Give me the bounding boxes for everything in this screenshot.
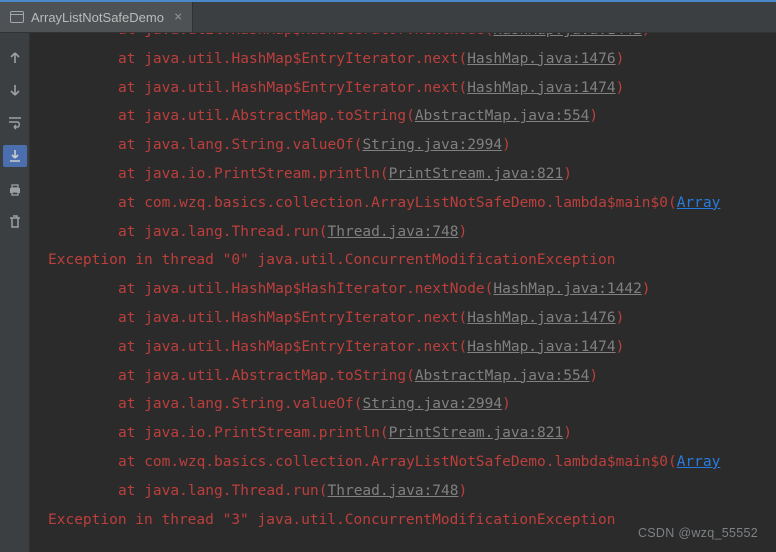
source-link[interactable]: AbstractMap.java:554 (415, 108, 590, 124)
stack-frame: at com.wzq.basics.collection.ArrayListNo… (48, 448, 776, 477)
stack-frame: at java.util.HashMap$HashIterator.nextNo… (48, 33, 776, 45)
source-link[interactable]: HashMap.java:1476 (467, 310, 615, 326)
stack-frame: at com.wzq.basics.collection.ArrayListNo… (48, 189, 776, 218)
source-link[interactable]: Array (677, 454, 721, 470)
stack-frame: at java.util.AbstractMap.toString(Abstra… (48, 102, 776, 131)
stack-frame: at java.lang.String.valueOf(String.java:… (48, 131, 776, 160)
source-link[interactable]: Array (677, 195, 721, 211)
soft-wrap-icon[interactable] (6, 113, 24, 131)
trash-icon[interactable] (6, 213, 24, 231)
scroll-down-icon[interactable] (6, 81, 24, 99)
scroll-up-icon[interactable] (6, 49, 24, 67)
source-link[interactable]: PrintStream.java:821 (389, 425, 564, 441)
source-link[interactable]: String.java:2994 (362, 137, 502, 153)
exception-header: Exception in thread "0" java.util.Concur… (48, 246, 776, 275)
source-link[interactable]: HashMap.java:1474 (467, 339, 615, 355)
source-link[interactable]: PrintStream.java:821 (389, 166, 564, 182)
console-output[interactable]: at java.util.HashMap$HashIterator.nextNo… (30, 33, 776, 552)
stack-frame: at java.util.HashMap$EntryIterator.next(… (48, 45, 776, 74)
source-link[interactable]: Thread.java:748 (328, 483, 459, 499)
source-link[interactable]: HashMap.java:1442 (493, 281, 641, 297)
tab-title: ArrayListNotSafeDemo (31, 10, 164, 25)
stack-frame: at java.lang.Thread.run(Thread.java:748) (48, 477, 776, 506)
stack-frame: at java.util.AbstractMap.toString(Abstra… (48, 362, 776, 391)
console-tab-icon (10, 11, 24, 23)
body-row: at java.util.HashMap$HashIterator.nextNo… (0, 33, 776, 552)
stack-frame: at java.util.HashMap$EntryIterator.next(… (48, 304, 776, 333)
source-link[interactable]: HashMap.java:1474 (467, 80, 615, 96)
print-icon[interactable] (6, 181, 24, 199)
source-link[interactable]: AbstractMap.java:554 (415, 368, 590, 384)
watermark: CSDN @wzq_55552 (638, 526, 758, 540)
stack-frame: at java.lang.Thread.run(Thread.java:748) (48, 218, 776, 247)
source-link[interactable]: HashMap.java:1476 (467, 51, 615, 67)
source-link[interactable]: String.java:2994 (362, 396, 502, 412)
scroll-to-end-icon[interactable] (3, 145, 27, 167)
source-link[interactable]: Thread.java:748 (328, 224, 459, 240)
stack-frame: at java.util.HashMap$EntryIterator.next(… (48, 74, 776, 103)
editor-tab[interactable]: ArrayListNotSafeDemo × (0, 2, 193, 32)
stack-frame: at java.io.PrintStream.println(PrintStre… (48, 419, 776, 448)
stack-frame: at java.util.HashMap$EntryIterator.next(… (48, 333, 776, 362)
source-link[interactable]: HashMap.java:1442 (493, 33, 641, 38)
console-gutter (0, 33, 30, 552)
tab-bar: ArrayListNotSafeDemo × (0, 0, 776, 33)
stack-frame: at java.io.PrintStream.println(PrintStre… (48, 160, 776, 189)
stack-frame: at java.util.HashMap$HashIterator.nextNo… (48, 275, 776, 304)
stack-frame: at java.lang.String.valueOf(String.java:… (48, 390, 776, 419)
close-icon[interactable]: × (174, 9, 182, 25)
